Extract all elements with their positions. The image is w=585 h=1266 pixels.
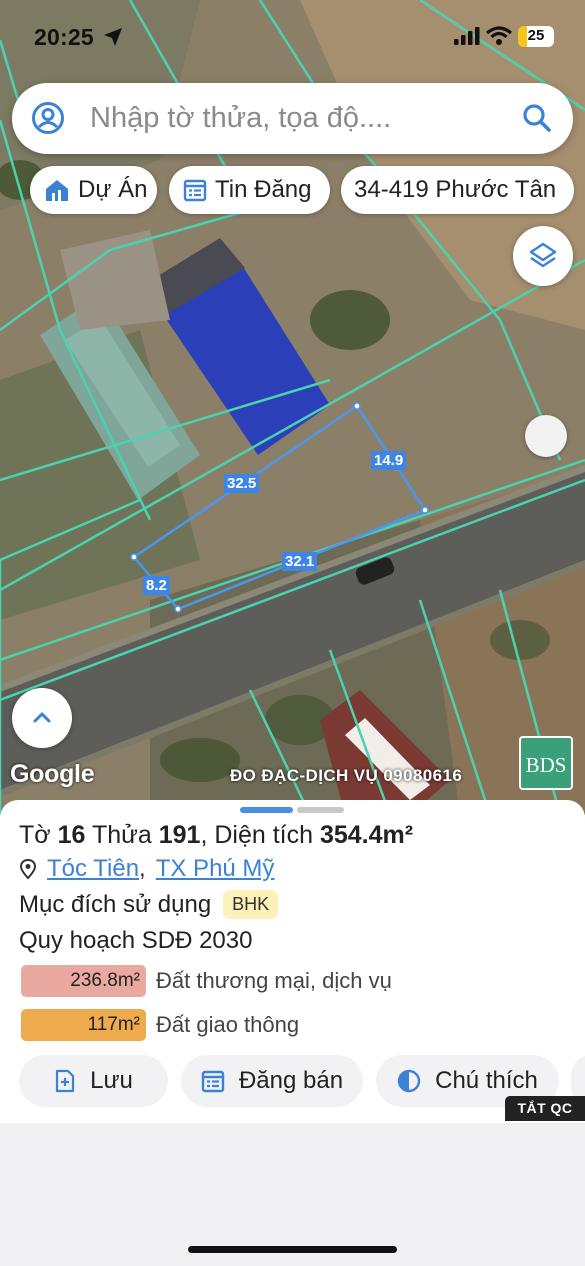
close-ads-button[interactable]: TẮT QC xyxy=(505,1096,585,1121)
search-bar xyxy=(12,83,573,154)
search-input[interactable] xyxy=(90,97,490,139)
save-button[interactable]: Lưu xyxy=(19,1055,168,1107)
purpose-label: Mục đích sử dụng xyxy=(19,890,212,918)
dimension-label: 32.5 xyxy=(224,474,260,493)
home-indicator[interactable] xyxy=(188,1246,397,1253)
chip-projects[interactable]: Dự Án xyxy=(30,166,157,214)
chip-label: 34-419 Phước Tân xyxy=(354,176,557,203)
chevron-up-icon xyxy=(33,712,51,723)
layers-button[interactable] xyxy=(513,226,573,286)
wifi-icon xyxy=(486,26,512,45)
action-label: Lưu xyxy=(90,1067,133,1094)
sheet-handle-active[interactable] xyxy=(240,807,293,813)
post-for-sale-button[interactable]: Đăng bán xyxy=(181,1055,363,1107)
zone-area-bar: 236.8m² xyxy=(21,965,146,997)
sheet-number: 16 xyxy=(57,821,86,849)
chip-label: Tin Đăng xyxy=(215,176,312,203)
google-attribution: Google xyxy=(10,760,95,788)
clock: 20:25 xyxy=(34,24,94,50)
comma: , xyxy=(200,821,208,849)
bds-logo[interactable]: BDS xyxy=(519,736,573,790)
parcel-number: 191 xyxy=(158,821,201,849)
action-label: Chú thích xyxy=(435,1067,538,1094)
status-bar: 20:25 25 xyxy=(0,0,585,72)
area-value: 354.4m² xyxy=(319,821,414,849)
user-account-icon[interactable] xyxy=(31,101,65,135)
zone-row[interactable]: 117m² Đất giao thông xyxy=(21,1009,299,1041)
sheet-handle[interactable] xyxy=(297,807,344,813)
dimension-label: 32.1 xyxy=(282,552,318,571)
chip-parcel-location[interactable]: 34-419 Phước Tân xyxy=(341,166,574,214)
land-use-plan-heading: Quy hoạch SDĐ 2030 xyxy=(19,927,253,954)
parcel-location: Tóc Tiên, TX Phú Mỹ xyxy=(19,855,274,883)
survey-service-watermark: ĐO ĐẠC-DỊCH VỤ 09080616 xyxy=(230,766,463,785)
calendar-list-icon xyxy=(183,179,207,202)
floating-assistive-button[interactable] xyxy=(525,415,567,457)
parcel-info-sheet: Tờ 16 Thửa 191, Diện tích 354.4m² Tóc Ti… xyxy=(0,800,585,1123)
expand-up-button[interactable] xyxy=(12,688,72,748)
chip-listings[interactable]: Tin Đăng xyxy=(169,166,330,214)
dimension-label: 8.2 xyxy=(143,576,170,595)
land-use-purpose: Mục đích sử dụng BHK xyxy=(19,890,279,919)
purpose-code-badge[interactable]: BHK xyxy=(223,890,279,919)
search-icon[interactable] xyxy=(522,103,552,133)
parcel-title: Tờ 16 Thửa 191, Diện tích 354.4m² xyxy=(19,821,413,850)
zone-label: Đất thương mại, dịch vụ xyxy=(156,968,392,993)
chip-label: Dự Án xyxy=(78,176,148,203)
zone-row[interactable]: 236.8m² Đất thương mại, dịch vụ xyxy=(21,965,392,997)
parcel-label: Thửa xyxy=(91,821,152,849)
home-chart-icon xyxy=(46,180,68,201)
area-label: Diện tích xyxy=(214,821,314,849)
zone-area-bar: 117m² xyxy=(21,1009,146,1041)
contrast-icon xyxy=(397,1069,421,1093)
dimension-label: 14.9 xyxy=(371,451,407,470)
action-label: Đăng bán xyxy=(238,1067,344,1094)
satellite-map[interactable]: 32.5 14.9 32.1 8.2 20:25 25 Nhập tờ thửa… xyxy=(0,0,585,815)
map-pin-icon xyxy=(19,858,37,880)
battery-indicator: 25 xyxy=(518,26,554,47)
cellular-signal-icon xyxy=(454,27,480,45)
zone-label: Đất giao thông xyxy=(156,1012,300,1037)
location-arrow-icon xyxy=(104,28,122,46)
layers-icon xyxy=(529,242,557,268)
battery-level: 25 xyxy=(527,27,545,44)
add-file-icon xyxy=(56,1069,75,1093)
town-link[interactable]: TX Phú Mỹ xyxy=(156,855,275,883)
sheet-label: Tờ xyxy=(19,821,51,849)
ward-link[interactable]: Tóc Tiên xyxy=(47,855,139,883)
calendar-list-icon xyxy=(201,1070,225,1093)
separator: , xyxy=(139,855,146,882)
